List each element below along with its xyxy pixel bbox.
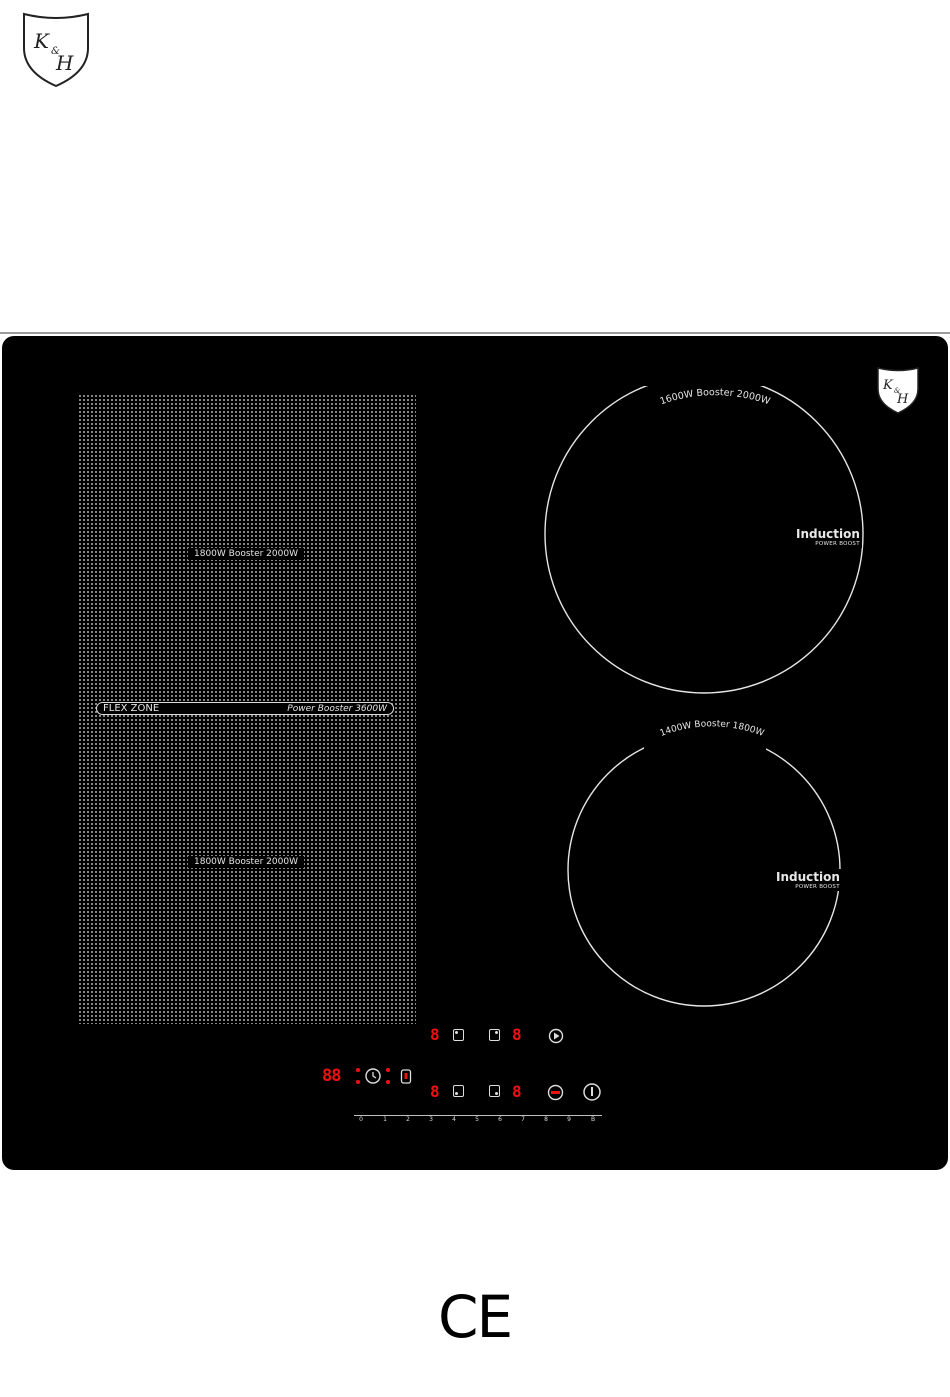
zone-select-icon[interactable] — [489, 1029, 500, 1041]
large-zone-induction: Induction POWER BOOST — [794, 526, 862, 548]
slider-number[interactable]: 9 — [562, 1116, 576, 1123]
timer-indicator — [356, 1080, 360, 1084]
cooking-zones: 1600W Booster 2000W 1400W Booster 1800W — [544, 366, 864, 1007]
divider-line — [0, 332, 950, 334]
brand-logo-icon: K & H — [23, 12, 89, 88]
zone-display: 8 — [430, 1025, 440, 1044]
slider-number[interactable]: 7 — [516, 1116, 530, 1123]
zone-select-icon[interactable] — [453, 1029, 464, 1041]
zone-select-icon[interactable] — [489, 1085, 500, 1097]
hob-logo-icon: K & H — [877, 367, 919, 414]
slider-number[interactable]: 5 — [470, 1116, 484, 1123]
lock-icon[interactable] — [400, 1069, 412, 1084]
cooktop-panel: 1800W Booster 2000W FLEX ZONE Power Boos… — [2, 336, 948, 1170]
timer-indicator — [386, 1068, 390, 1072]
flex-icon[interactable] — [547, 1084, 564, 1101]
slider-number[interactable]: 8 — [539, 1116, 553, 1123]
slider-number[interactable]: 3 — [424, 1116, 438, 1123]
zone-select-icon[interactable] — [453, 1085, 464, 1097]
slider-number[interactable]: 1 — [378, 1116, 392, 1123]
slider-number[interactable]: 4 — [447, 1116, 461, 1123]
timer-display: 88 — [322, 1066, 342, 1086]
large-zone-feature: POWER BOOST — [815, 541, 860, 547]
svg-text:K: K — [882, 378, 894, 393]
slider-number[interactable]: 2 — [401, 1116, 415, 1123]
slider-number[interactable]: 0 — [354, 1116, 368, 1123]
ce-mark: CE — [438, 1283, 513, 1351]
small-zone-induction: Induction POWER BOOST — [774, 869, 842, 891]
small-zone-type: Induction — [776, 870, 840, 884]
power-icon[interactable] — [582, 1082, 602, 1102]
small-zone-feature: POWER BOOST — [795, 884, 840, 890]
play-icon[interactable] — [548, 1028, 564, 1044]
timer-indicator — [386, 1080, 390, 1084]
large-zone-rating-text: 1600W Booster 2000W — [659, 387, 772, 407]
large-zone-type: Induction — [796, 527, 860, 541]
zone-display: 8 — [512, 1025, 522, 1044]
clock-icon[interactable] — [364, 1067, 382, 1085]
svg-text:H: H — [55, 51, 74, 75]
svg-text:H: H — [896, 392, 909, 407]
slider-number[interactable]: B — [586, 1116, 600, 1123]
timer-indicator — [356, 1068, 360, 1072]
svg-text:K: K — [33, 29, 50, 53]
slider-number[interactable]: 6 — [493, 1116, 507, 1123]
zone-display: 8 — [430, 1082, 440, 1101]
zone-display: 8 — [512, 1082, 522, 1101]
